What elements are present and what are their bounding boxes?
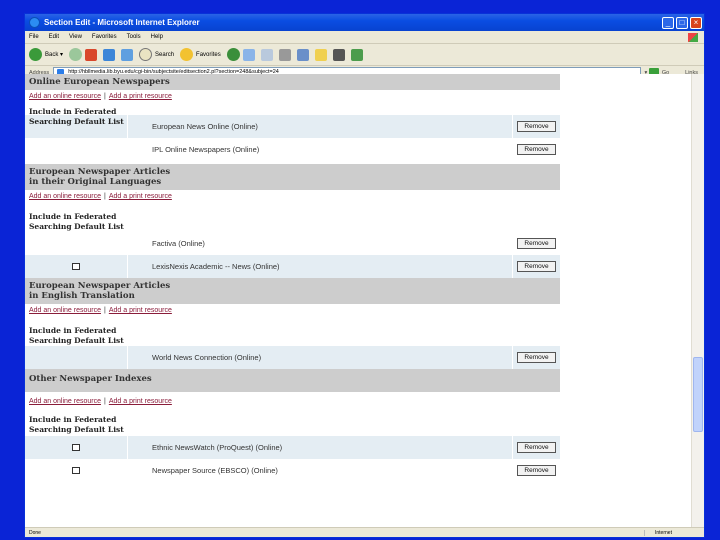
remove-button[interactable]: Remove [517,238,556,249]
close-button[interactable]: × [690,16,702,29]
minimize-button[interactable]: _ [662,16,674,29]
section-list: Online European Newspapers Add an online… [25,74,560,482]
section-header: Other Newspaper Indexes [25,369,560,392]
resource-name: IPL Online Newspapers (Online) [152,145,260,154]
remove-button[interactable]: Remove [517,442,556,453]
messenger-icon[interactable] [350,48,363,61]
folder-icon[interactable] [314,48,327,61]
section-header: European Newspaper Articles in English T… [25,278,560,304]
search-button[interactable]: Search [139,48,174,61]
add-resource-links: Add an online resource | Add a print resou… [29,307,172,314]
add-print-resource-link[interactable]: Add a print resource [109,193,172,200]
title-bar[interactable]: Section Edit - Microsoft Internet Explor… [25,14,704,31]
add-resource-links: Add an online resource | Add a print resou… [29,193,172,200]
print-icon[interactable] [278,48,291,61]
research-icon[interactable] [332,48,345,61]
status-text: Done [29,529,41,536]
add-print-resource-link[interactable]: Add a print resource [109,307,172,314]
toolbar: Back ▾ Search Favorites [25,44,704,66]
resource-name: World News Connection (Online) [152,353,262,362]
media-icon[interactable] [226,48,240,61]
resource-row: Factiva (Online) Remove [25,232,560,255]
menu-favorites[interactable]: Favorites [92,34,117,40]
section-subtitle: in English Translation [29,291,135,301]
resource-row: Ethnic NewsWatch (ProQuest) (Online) Rem… [25,436,560,459]
favorites-button[interactable]: Favorites [180,48,221,61]
section-header: Online European Newspapers [25,74,560,90]
menu-view[interactable]: View [69,34,82,40]
scrollbar-thumb[interactable] [693,357,703,432]
remove-button[interactable]: Remove [517,465,556,476]
resource-row: LexisNexis Academic -- News (Online) Rem… [25,255,560,278]
add-online-resource-link[interactable]: Add an online resource [29,307,101,314]
resource-name: Ethnic NewsWatch (ProQuest) (Online) [152,443,283,452]
resource-name: European News Online (Online) [152,122,258,131]
windows-flag-icon [688,32,698,42]
remove-button[interactable]: Remove [517,261,556,272]
resource-row: World News Connection (Online) Remove [25,346,560,369]
section-title: European Newspaper Articles [29,167,171,177]
remove-button[interactable]: Remove [517,144,556,155]
federated-checkbox[interactable] [72,444,80,451]
add-online-resource-link[interactable]: Add an online resource [29,193,101,200]
resource-row: Newspaper Source (EBSCO) (Online) Remove [25,459,560,482]
maximize-button[interactable]: □ [676,16,688,29]
back-arrow-icon [29,48,42,61]
menu-help[interactable]: Help [151,34,163,40]
menu-edit[interactable]: Edit [49,34,59,40]
star-icon [180,48,194,61]
section-title: Online European Newspapers [29,77,170,87]
menu-tools[interactable]: Tools [127,34,141,40]
browser-window: Section Edit - Microsoft Internet Explor… [24,13,705,538]
remove-button[interactable]: Remove [517,352,556,363]
ie-logo-icon [29,17,40,28]
add-resource-links: Add an online resource | Add a print resou… [29,93,172,100]
add-resource-links: Add an online resource | Add a print resou… [29,398,172,405]
resource-name: LexisNexis Academic -- News (Online) [152,262,280,271]
section-title: European Newspaper Articles [29,281,171,291]
add-online-resource-link[interactable]: Add an online resource [29,93,101,100]
refresh-icon[interactable] [103,48,116,61]
forward-arrow-icon[interactable] [69,48,83,61]
page-content: Online European Newspapers Add an online… [25,74,693,529]
federated-label: Include in Federated Searching Default L… [29,326,124,345]
window-title: Section Edit - Microsoft Internet Explor… [44,18,200,27]
add-print-resource-link[interactable]: Add a print resource [109,93,172,100]
remove-button[interactable]: Remove [517,121,556,132]
menu-bar: File Edit View Favorites Tools Help [25,31,704,44]
federated-checkbox[interactable] [72,263,80,270]
section-header: European Newspaper Articles in their Ori… [25,164,560,190]
resource-row: IPL Online Newspapers (Online) Remove [25,138,560,161]
history-icon[interactable] [242,48,255,61]
federated-checkbox[interactable] [72,467,80,474]
security-zone: Internet [644,529,704,536]
vertical-scrollbar[interactable] [691,74,704,529]
section-subtitle: in their Original Languages [29,177,162,187]
edit-icon[interactable] [296,48,309,61]
home-icon[interactable] [121,48,134,61]
add-online-resource-link[interactable]: Add an online resource [29,398,101,405]
add-print-resource-link[interactable]: Add a print resource [109,398,172,405]
stop-icon[interactable] [85,48,98,61]
section-title: Other Newspaper Indexes [29,374,152,384]
resource-name: Newspaper Source (EBSCO) (Online) [152,466,278,475]
menu-file[interactable]: File [29,34,39,40]
back-button[interactable]: Back ▾ [29,48,63,61]
federated-label: Include in Federated Searching Default L… [29,415,124,434]
mail-icon[interactable] [260,48,273,61]
status-bar: Done Internet [25,527,704,537]
federated-label: Include in Federated Searching Default L… [29,212,124,231]
resource-name: Factiva (Online) [152,239,205,248]
search-icon [139,48,153,61]
resource-row: European News Online (Online) Remove [25,115,560,138]
